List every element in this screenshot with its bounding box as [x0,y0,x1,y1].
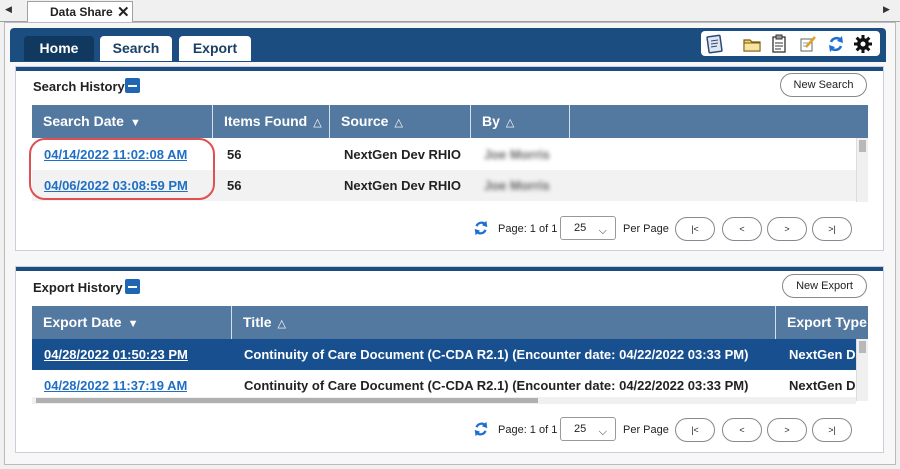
search-history-scrollbar[interactable] [856,138,868,202]
chevron-down-icon: ⌵ [598,426,607,438]
column-by[interactable]: By △ [471,105,570,138]
export-type-cell: NextGen D [789,347,856,362]
column-title[interactable]: Title △ [232,306,776,339]
refresh-icon[interactable] [826,34,846,54]
column-source[interactable]: Source △ [330,105,471,138]
page-indicator: Page: 1 of 1 [498,223,558,235]
sort-asc-icon: △ [277,318,286,330]
scroll-left-icon[interactable]: ◀ [5,4,12,15]
per-page-label: Per Page [623,223,669,235]
per-page-label: Per Page [623,424,669,436]
refresh-icon[interactable] [472,420,490,438]
search-history-header: Search Date ▼ Items Found △ Source △ By △ [32,105,868,138]
search-date-link[interactable]: 04/06/2022 03:08:59 PM [44,170,188,201]
search-history-collapse-button[interactable] [125,78,140,93]
source-cell: NextGen Dev RHIO [344,147,462,162]
sort-desc-icon: ▼ [129,117,141,129]
document-icon[interactable] [769,34,789,54]
items-found-cell: 56 [227,178,242,193]
next-page-button[interactable]: > [767,217,807,241]
panel-top-border [16,267,883,271]
by-cell: Joe Morris [484,147,550,162]
prev-page-button[interactable]: < [722,217,762,241]
export-history-hscrollbar[interactable] [32,397,856,404]
scroll-thumb[interactable] [36,398,538,403]
export-history-header: Export Date ▼ Title △ Export Type [32,306,868,339]
refresh-icon[interactable] [472,219,490,237]
items-found-cell: 56 [227,147,242,162]
export-history-collapse-button[interactable] [125,279,140,294]
tab-search[interactable]: Search [100,36,172,61]
panel-top-border [16,67,883,71]
chevron-down-icon: ⌵ [598,225,607,237]
scroll-thumb[interactable] [859,140,866,152]
column-label: Export Type [787,314,867,330]
sort-desc-icon: ▼ [127,318,139,330]
column-label: Items Found [224,113,308,129]
last-page-button[interactable]: >| [812,418,852,442]
first-page-button[interactable]: |< [675,217,715,241]
export-date-link[interactable]: 04/28/2022 01:50:23 PM [44,339,188,370]
gear-icon[interactable] [853,34,873,54]
column-label: Title [243,314,272,330]
tab-home[interactable]: Home [24,36,94,61]
column-label: By [482,113,500,129]
folder-icon[interactable] [742,34,762,54]
tab-export[interactable]: Export [179,36,251,61]
close-icon[interactable]: ✕ [117,3,130,21]
search-date-link[interactable]: 04/14/2022 11:02:08 AM [44,139,187,170]
document-tab-title: Data Share [50,5,113,19]
document-tab-data-share[interactable]: Data Share ✕ [27,1,133,23]
column-export-type[interactable]: Export Type [776,306,868,339]
sort-asc-icon: △ [505,117,515,129]
column-label: Source [341,113,389,129]
export-history-title: Export History [33,280,123,295]
per-page-value: 25 [574,222,587,234]
per-page-value: 25 [574,423,587,435]
first-page-button[interactable]: |< [675,418,715,442]
source-cell: NextGen Dev RHIO [344,178,462,193]
column-items-found[interactable]: Items Found △ [213,105,330,138]
table-row[interactable]: 04/28/2022 01:50:23 PM Continuity of Car… [32,339,856,370]
table-row[interactable]: 04/06/2022 03:08:59 PM 56 NextGen Dev RH… [32,170,856,201]
column-search-date[interactable]: Search Date ▼ [32,105,213,138]
search-history-title: Search History [33,79,125,94]
title-cell: Continuity of Care Document (C-CDA R2.1)… [244,347,749,362]
per-page-select[interactable]: 25 ⌵ [560,417,616,441]
column-label: Export Date [43,314,122,330]
by-cell: Joe Morris [484,178,550,193]
document-tab-strip: ◀ ▶ [0,0,900,22]
sort-asc-icon: △ [394,117,403,129]
export-history-vscrollbar[interactable] [856,339,868,401]
sort-asc-icon: △ [313,117,322,129]
next-page-button[interactable]: > [767,418,807,442]
new-search-button[interactable]: New Search [780,73,867,97]
column-label: Search Date [43,113,124,129]
scroll-thumb[interactable] [859,341,866,353]
last-page-button[interactable]: >| [812,217,852,241]
page-indicator: Page: 1 of 1 [498,424,558,436]
per-page-select[interactable]: 25 ⌵ [560,216,616,240]
column-export-date[interactable]: Export Date ▼ [32,306,232,339]
prev-page-button[interactable]: < [722,418,762,442]
scroll-right-icon[interactable]: ▶ [883,4,890,15]
new-export-button[interactable]: New Export [782,274,867,298]
clipboard-icon[interactable] [705,34,725,54]
edit-icon[interactable] [798,34,818,54]
table-row[interactable]: 04/14/2022 11:02:08 AM 56 NextGen Dev RH… [32,139,856,170]
